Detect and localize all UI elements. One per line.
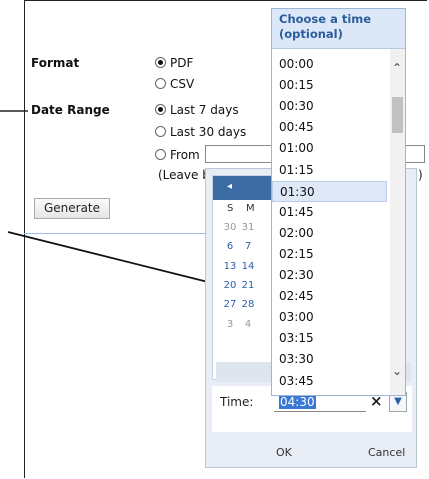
- range-option-last30[interactable]: Last 30 days: [155, 125, 246, 139]
- time-dropdown: Choose a time (optional) 00:00 00:15 00:30…: [271, 8, 406, 396]
- calendar-day[interactable]: 14: [240, 261, 256, 272]
- dow-monday: M: [246, 203, 255, 214]
- time-option[interactable]: 00:45: [272, 117, 387, 138]
- calendar-day[interactable]: 6: [222, 241, 238, 252]
- calendar-day[interactable]: 7: [240, 241, 256, 252]
- calendar-day[interactable]: 20: [222, 280, 238, 291]
- calendar-day[interactable]: 3: [222, 319, 238, 330]
- time-option[interactable]: 03:45: [272, 371, 387, 392]
- range-option-last7[interactable]: Last 7 days: [155, 103, 239, 117]
- time-option[interactable]: 02:30: [272, 265, 387, 286]
- scrollbar-thumb[interactable]: [392, 97, 403, 133]
- calendar-day[interactable]: 30: [222, 222, 238, 233]
- time-option[interactable]: 03:30: [272, 349, 387, 370]
- ok-button[interactable]: OK: [276, 446, 292, 459]
- scroll-up-icon[interactable]: ⌃: [392, 61, 402, 75]
- time-option[interactable]: 03:00: [272, 307, 387, 328]
- calendar-day[interactable]: 21: [240, 280, 256, 291]
- radio-empty-icon[interactable]: [155, 126, 166, 137]
- time-option[interactable]: 00:15: [272, 75, 387, 96]
- time-option[interactable]: 01:30: [272, 180, 387, 202]
- radio-empty-icon[interactable]: [155, 78, 166, 89]
- radio-selected-icon[interactable]: [155, 57, 166, 68]
- dow-sunday: S: [227, 203, 234, 214]
- format-option-csv[interactable]: CSV: [155, 77, 194, 91]
- calendar-day[interactable]: 13: [222, 261, 238, 272]
- callout-arrow-line: [7, 231, 225, 287]
- cancel-button[interactable]: Cancel: [368, 446, 405, 459]
- time-option[interactable]: 02:15: [272, 244, 387, 265]
- calendar-day[interactable]: 31: [240, 222, 256, 233]
- radio-empty-icon[interactable]: [155, 149, 166, 160]
- format-option-pdf[interactable]: PDF: [155, 56, 193, 70]
- calendar-day[interactable]: 28: [240, 299, 256, 310]
- time-option[interactable]: 02:45: [272, 286, 387, 307]
- leave-hint: (Leave b: [158, 168, 210, 182]
- time-label: Time:: [220, 395, 254, 409]
- section-divider: [24, 233, 214, 234]
- format-label: Format: [31, 56, 80, 70]
- calendar-day[interactable]: 27: [222, 299, 238, 310]
- time-input-value[interactable]: 04:30: [279, 395, 316, 409]
- time-option[interactable]: 00:00: [272, 54, 387, 75]
- time-dropdown-header: Choose a time (optional): [272, 9, 405, 49]
- calendar-day[interactable]: 4: [240, 319, 256, 330]
- time-dropdown-title: Choose a time: [279, 12, 372, 26]
- hint-close-paren: ): [418, 168, 423, 182]
- time-option[interactable]: 01:00: [272, 138, 387, 159]
- radio-selected-icon[interactable]: [155, 104, 166, 115]
- time-option[interactable]: 01:45: [272, 202, 387, 223]
- range-option-from[interactable]: From: [155, 148, 200, 162]
- generate-button[interactable]: Generate: [34, 198, 110, 219]
- time-option[interactable]: 01:15: [272, 160, 387, 181]
- date-range-label: Date Range: [31, 103, 110, 117]
- time-dropdown-subtitle: (optional): [279, 27, 343, 41]
- scroll-down-icon[interactable]: ⌄: [392, 364, 402, 378]
- time-option[interactable]: 02:00: [272, 223, 387, 244]
- prev-month-icon[interactable]: ◂: [227, 181, 232, 192]
- time-option[interactable]: 03:15: [272, 328, 387, 349]
- time-option[interactable]: 00:30: [272, 96, 387, 117]
